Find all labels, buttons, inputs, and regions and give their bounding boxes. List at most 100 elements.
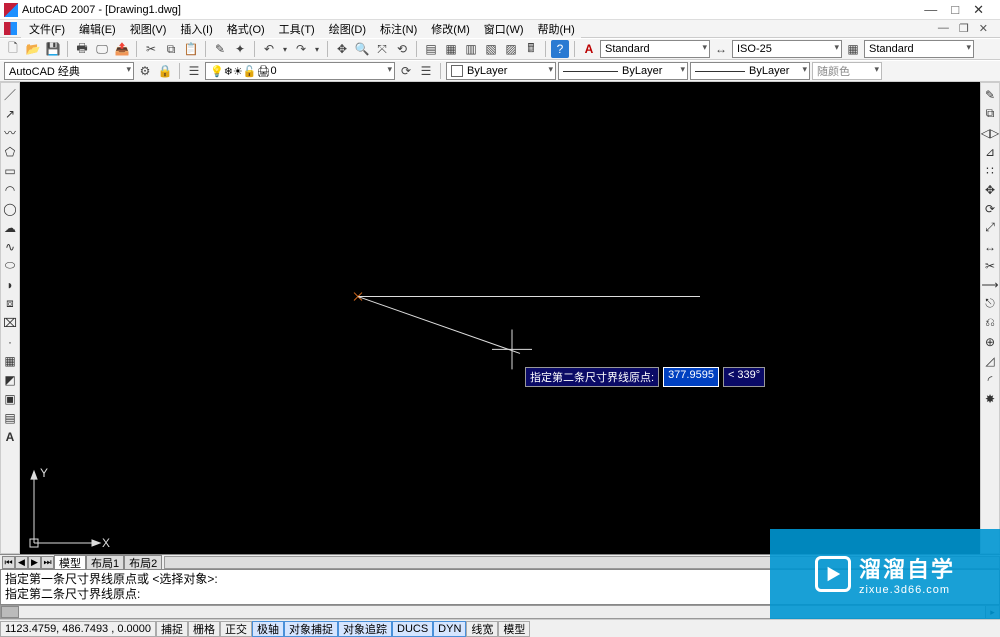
menu-7[interactable]: 标注(N) — [374, 20, 423, 38]
ellipse-arc-tool[interactable]: ◗ — [2, 276, 18, 293]
linetype-dropdown[interactable]: ByLayer — [558, 62, 688, 80]
tab-prev-button[interactable]: ◀ — [15, 556, 28, 569]
design-center-button[interactable]: ▦ — [442, 40, 460, 58]
zoom-realtime-button[interactable]: 🔍 — [353, 40, 371, 58]
command-scroll-thumb[interactable] — [1, 606, 19, 618]
sheet-set-button[interactable]: ▧ — [482, 40, 500, 58]
array-tool[interactable]: ∷ — [982, 162, 998, 179]
save-button[interactable]: 💾 — [44, 40, 62, 58]
copy-tool[interactable]: ⧉ — [982, 105, 998, 122]
join-tool[interactable]: ⊕ — [982, 333, 998, 350]
xline-tool[interactable]: ↗ — [2, 105, 18, 122]
tab-first-button[interactable]: ⏮ — [2, 556, 15, 569]
menu-0[interactable]: 文件(F) — [23, 20, 71, 38]
layer-manager-button[interactable]: ☰ — [185, 62, 203, 80]
extend-tool[interactable]: ⟶ — [982, 276, 998, 293]
move-tool[interactable]: ✥ — [982, 181, 998, 198]
ellipse-tool[interactable]: ⬭ — [2, 257, 18, 274]
gradient-tool[interactable]: ◩ — [2, 371, 18, 388]
polyline-tool[interactable]: 〰 — [2, 124, 18, 141]
doc-minimize-button[interactable]: — — [938, 22, 949, 35]
undo-button[interactable]: ↶ — [260, 40, 278, 58]
text-style-icon[interactable]: A — [580, 40, 598, 58]
print-button[interactable]: 🖶 — [73, 40, 91, 58]
polygon-tool[interactable]: ⬠ — [2, 143, 18, 160]
menu-2[interactable]: 视图(V) — [124, 20, 173, 38]
workspace-dropdown[interactable]: AutoCAD 经典 — [4, 62, 134, 80]
properties-button[interactable]: ▤ — [422, 40, 440, 58]
print-preview-button[interactable]: 🖵 — [93, 40, 111, 58]
text-style-dropdown[interactable]: Standard — [600, 40, 710, 58]
menu-3[interactable]: 插入(I) — [174, 20, 218, 38]
minimize-button[interactable]: — — [924, 2, 937, 18]
trim-tool[interactable]: ✂ — [982, 257, 998, 274]
doc-restore-button[interactable]: ❐ — [959, 22, 969, 35]
plotstyle-dropdown[interactable]: 随颜色 — [812, 62, 882, 80]
table-tool[interactable]: ▤ — [2, 409, 18, 426]
publish-button[interactable]: 📤 — [113, 40, 131, 58]
workspace-lock-button[interactable]: 🔒 — [156, 62, 174, 80]
table-style-dropdown[interactable]: Standard — [864, 40, 974, 58]
drawing-canvas[interactable]: Y X 指定第二条尺寸界线原点: 377.9595 < 339° — [20, 82, 980, 554]
erase-tool[interactable]: ✎ — [982, 86, 998, 103]
chamfer-tool[interactable]: ◿ — [982, 352, 998, 369]
new-button[interactable]: 🗋 — [4, 40, 22, 58]
pan-button[interactable]: ✥ — [333, 40, 351, 58]
menu-8[interactable]: 修改(M) — [425, 20, 476, 38]
match-properties-button[interactable]: ✎ — [211, 40, 229, 58]
tab-layout2[interactable]: 布局2 — [124, 555, 162, 569]
markup-button[interactable]: ▨ — [502, 40, 520, 58]
redo-button[interactable]: ↷ — [292, 40, 310, 58]
break-tool[interactable]: ⎌ — [982, 314, 998, 331]
status-对象追踪[interactable]: 对象追踪 — [338, 621, 392, 637]
lineweight-dropdown[interactable]: ByLayer — [690, 62, 810, 80]
point-tool[interactable]: · — [2, 333, 18, 350]
open-button[interactable]: 📂 — [24, 40, 42, 58]
hatch-tool[interactable]: ▦ — [2, 352, 18, 369]
explode-tool[interactable]: ✸ — [982, 390, 998, 407]
layer-dropdown[interactable]: 💡❄☀🔓🖨 0 — [205, 62, 395, 80]
status-正交[interactable]: 正交 — [220, 621, 252, 637]
status-捕捉[interactable]: 捕捉 — [156, 621, 188, 637]
tab-next-button[interactable]: ▶ — [28, 556, 41, 569]
dynamic-input-angle[interactable]: < 339° — [723, 367, 765, 387]
zoom-previous-button[interactable]: ⟲ — [393, 40, 411, 58]
menu-1[interactable]: 编辑(E) — [73, 20, 122, 38]
maximize-button[interactable]: □ — [951, 2, 959, 18]
tool-palettes-button[interactable]: ▥ — [462, 40, 480, 58]
dim-style-icon[interactable]: ↔ — [712, 40, 730, 58]
menu-4[interactable]: 格式(O) — [221, 20, 271, 38]
block-editor-button[interactable]: ✦ — [231, 40, 249, 58]
rotate-tool[interactable]: ⟳ — [982, 200, 998, 217]
stretch-tool[interactable]: ↔ — [982, 238, 998, 255]
region-tool[interactable]: ▣ — [2, 390, 18, 407]
dim-style-dropdown[interactable]: ISO-25 — [732, 40, 842, 58]
quickcalc-button[interactable]: 🖩 — [522, 40, 540, 58]
status-对象捕捉[interactable]: 对象捕捉 — [284, 621, 338, 637]
dynamic-input-distance[interactable]: 377.9595 — [663, 367, 719, 387]
status-模型[interactable]: 模型 — [498, 621, 530, 637]
break-at-point-tool[interactable]: ⎋ — [982, 295, 998, 312]
coords-display[interactable]: 1123.4759, 486.7493 , 0.0000 — [0, 621, 156, 637]
mtext-tool[interactable]: A — [2, 428, 18, 445]
spline-tool[interactable]: ∿ — [2, 238, 18, 255]
mirror-tool[interactable]: ◁▷ — [982, 124, 998, 141]
layer-previous-button[interactable]: ⟳ — [397, 62, 415, 80]
copy-button[interactable]: ⧉ — [162, 40, 180, 58]
menu-5[interactable]: 工具(T) — [273, 20, 321, 38]
help-button[interactable]: ? — [551, 40, 569, 58]
status-栅格[interactable]: 栅格 — [188, 621, 220, 637]
close-button[interactable]: ✕ — [973, 2, 984, 18]
menu-10[interactable]: 帮助(H) — [532, 20, 581, 38]
workspace-settings-button[interactable]: ⚙ — [136, 62, 154, 80]
zoom-window-button[interactable]: ⤧ — [373, 40, 391, 58]
status-DUCS[interactable]: DUCS — [392, 621, 433, 637]
tab-layout1[interactable]: 布局1 — [86, 555, 124, 569]
rectangle-tool[interactable]: ▭ — [2, 162, 18, 179]
make-block-tool[interactable]: ⌧ — [2, 314, 18, 331]
tab-model[interactable]: 模型 — [54, 555, 86, 569]
layer-states-button[interactable]: ☰ — [417, 62, 435, 80]
color-dropdown[interactable]: ByLayer — [446, 62, 556, 80]
cut-button[interactable]: ✂ — [142, 40, 160, 58]
fillet-tool[interactable]: ◜ — [982, 371, 998, 388]
